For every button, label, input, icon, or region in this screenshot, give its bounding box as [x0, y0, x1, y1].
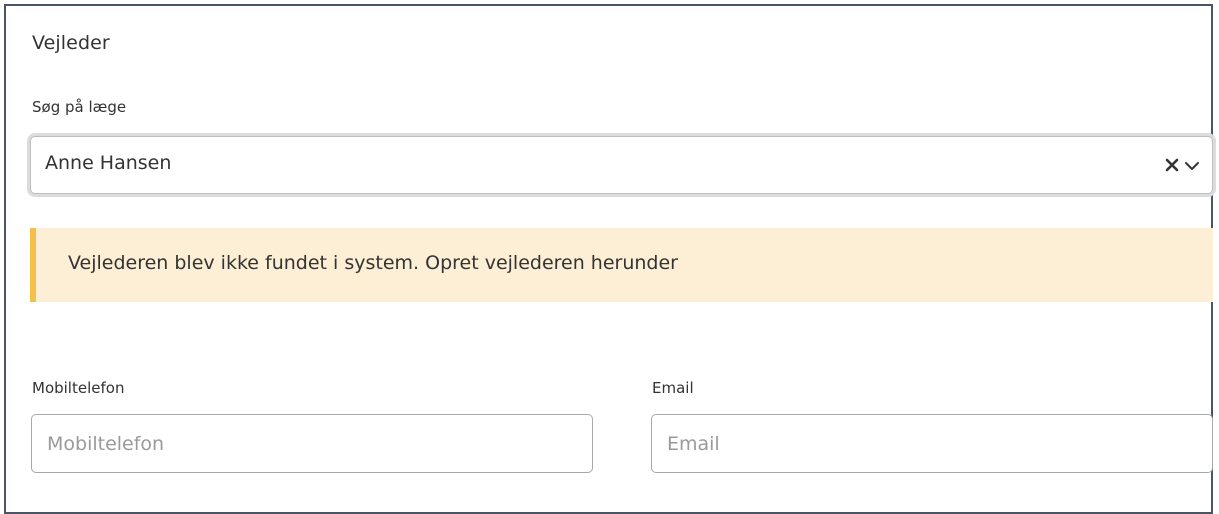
selected-doctor-value: Anne Hansen: [45, 152, 172, 174]
advisor-panel: Vejleder Søg på læge Anne Hansen Vejlede…: [4, 4, 1213, 514]
not-found-alert: Vejlederen blev ikke fundet i system. Op…: [30, 228, 1213, 302]
chevron-down-icon[interactable]: [1184, 157, 1200, 175]
close-icon[interactable]: [1164, 155, 1180, 175]
mobile-label: Mobiltelefon: [32, 379, 125, 397]
search-doctor-label: Søg på læge: [32, 98, 127, 116]
email-label: Email: [652, 379, 694, 397]
doctor-search-select[interactable]: Anne Hansen: [30, 136, 1213, 194]
email-input[interactable]: [651, 414, 1213, 473]
mobile-phone-input[interactable]: [31, 414, 593, 473]
section-title: Vejleder: [32, 32, 110, 54]
alert-message: Vejlederen blev ikke fundet i system. Op…: [68, 252, 678, 274]
